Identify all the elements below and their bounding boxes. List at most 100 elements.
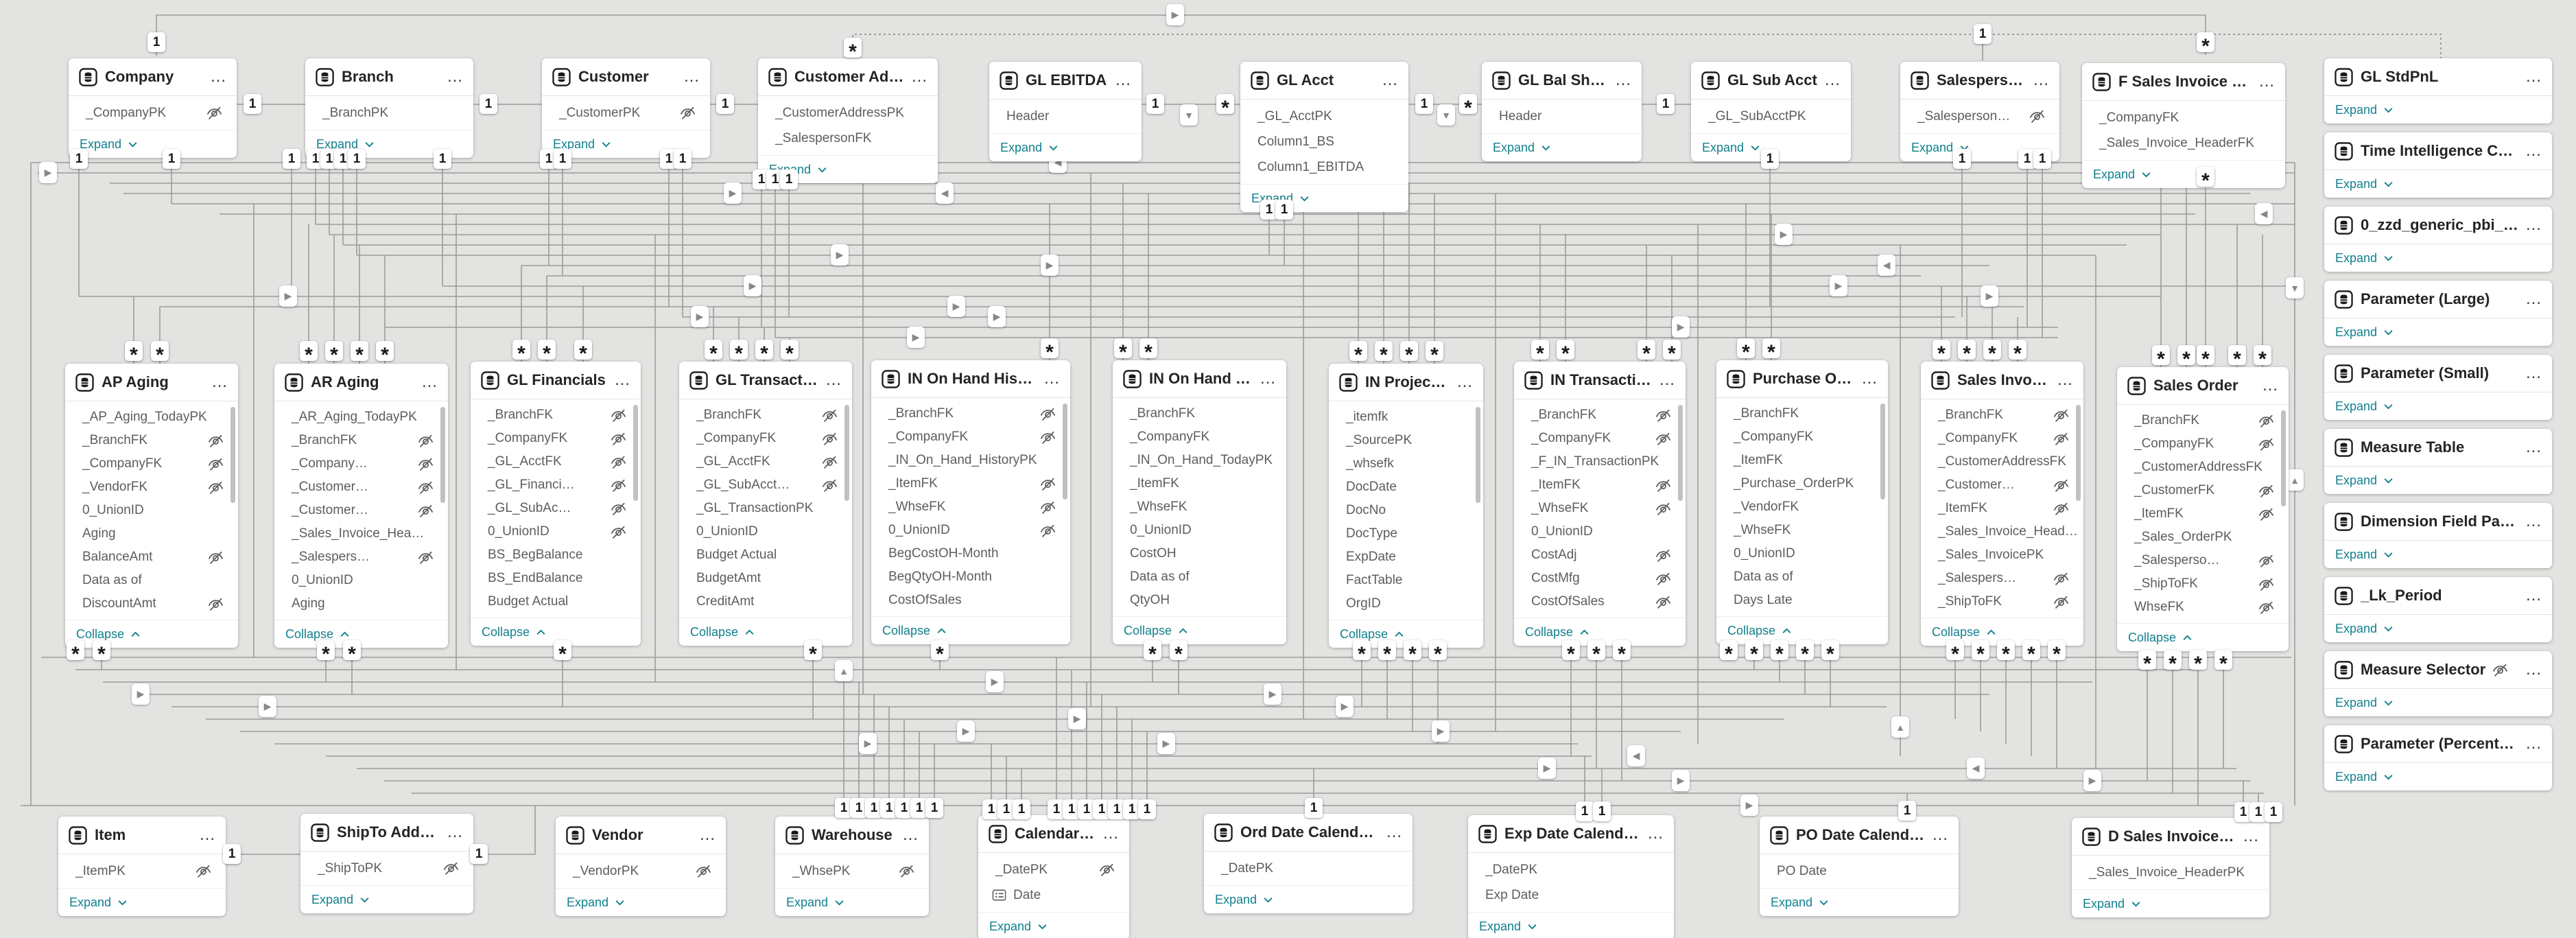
table-card-customer-address[interactable]: Customer Address…_CustomerAddressPK_Sale… — [758, 58, 938, 183]
field-row-salespers[interactable]: _Salespers… — [1921, 567, 2083, 590]
table-card-sales-invoice[interactable]: Sales Invoice…_BranchFK_CompanyFK_Custom… — [1921, 362, 2083, 646]
more-options-button[interactable]: … — [1379, 823, 1402, 842]
expand-button[interactable]: Expand — [2324, 170, 2552, 198]
field-row-customeraddresspk[interactable]: _CustomerAddressPK — [758, 100, 938, 126]
table-card-salesperson[interactable]: Salesperson…_Salesperson…Expand — [1900, 62, 2059, 161]
field-row-itemfk[interactable]: _ItemFK — [871, 472, 1070, 495]
expand-button[interactable]: Expand — [2324, 541, 2552, 568]
more-options-button[interactable]: … — [440, 823, 463, 842]
field-row-0-unionid[interactable]: 0_UnionID — [274, 569, 448, 592]
expand-button[interactable]: Expand — [1482, 134, 1642, 161]
table-card-warehouse[interactable]: Warehouse…_WhsePKExpand — [775, 817, 929, 916]
field-row-companyfk[interactable]: _CompanyFK — [65, 452, 238, 476]
more-options-button[interactable]: … — [2518, 364, 2542, 383]
field-list-scrollbar[interactable] — [231, 407, 235, 503]
field-row-itemfk[interactable]: _ItemFK — [2117, 502, 2289, 526]
more-options-button[interactable]: … — [204, 373, 228, 392]
table-card-measure-selector[interactable]: Measure Selector…Expand — [2324, 651, 2552, 716]
field-row-bs-endbalance[interactable]: BS_EndBalance — [471, 567, 641, 590]
more-options-button[interactable]: … — [2518, 512, 2542, 531]
table-card-ap-aging[interactable]: AP Aging…_AP_Aging_TodayPK_BranchFK_Comp… — [65, 364, 238, 648]
more-options-button[interactable]: … — [1652, 371, 1675, 390]
table-card-lk-period[interactable]: _Lk_Period…Expand — [2324, 577, 2552, 642]
field-row-costoh[interactable]: CostOH — [1113, 542, 1286, 565]
field-row-0-unionid[interactable]: 0_UnionID — [1514, 520, 1686, 543]
more-options-button[interactable]: … — [1096, 824, 1119, 843]
field-row-ar-aging-todaypk[interactable]: _AR_Aging_TodayPK — [274, 406, 448, 429]
field-row-customeraddressfk[interactable]: _CustomerAddressFK — [1921, 450, 2083, 473]
field-list-scrollbar[interactable] — [1880, 403, 1885, 500]
expand-button[interactable]: Expand — [2082, 161, 2285, 188]
field-row-datepk[interactable]: _DatePK — [1468, 857, 1674, 882]
more-options-button[interactable]: … — [1450, 373, 1473, 392]
more-options-button[interactable]: … — [1037, 369, 1060, 388]
field-row-companyfk[interactable]: _CompanyFK — [1716, 425, 1888, 449]
field-row-itemfk[interactable]: _ItemFK — [1921, 497, 2083, 520]
table-card-parameter-small[interactable]: Parameter (Small)…Expand — [2324, 355, 2552, 420]
field-row-exp-date[interactable]: Exp Date — [1468, 882, 1674, 908]
field-row-shiptopk[interactable]: _ShipToPK — [300, 856, 473, 881]
field-row-salespers[interactable]: _Salespers… — [274, 546, 448, 569]
more-options-button[interactable]: … — [1608, 71, 1631, 90]
field-list-scrollbar[interactable] — [1063, 403, 1067, 500]
field-row-companyfk[interactable]: _CompanyFK — [1921, 427, 2083, 450]
field-row-po-date[interactable]: PO Date — [1760, 858, 1959, 884]
expand-button[interactable]: Expand — [2072, 890, 2269, 917]
field-row-vendorfk[interactable]: _VendorFK — [1716, 495, 1888, 519]
expand-button[interactable]: Expand — [2324, 318, 2552, 346]
more-options-button[interactable]: … — [1854, 369, 1878, 388]
table-card-gl-stdpnl[interactable]: GL StdPnL…Expand — [2324, 58, 2552, 124]
field-row-whsefk[interactable]: _WhseFK — [871, 495, 1070, 519]
table-card-sales-order[interactable]: Sales Order…_BranchFK_CompanyFK_Customer… — [2117, 367, 2289, 651]
table-card-0-zzd-generic-pbi-2407[interactable]: 0_zzd_generic_pbi_2407…Expand — [2324, 207, 2552, 272]
more-options-button[interactable]: … — [676, 67, 700, 86]
expand-button[interactable]: Expand — [1204, 886, 1413, 913]
field-row-sales-invoice-head[interactable]: _Sales_Invoice_Head… — [1921, 520, 2083, 543]
field-row-branchfk[interactable]: _BranchFK — [1716, 402, 1888, 425]
field-row-docno[interactable]: DocNo — [1329, 499, 1483, 522]
more-options-button[interactable]: … — [607, 371, 630, 390]
expand-button[interactable]: Expand — [2324, 763, 2552, 790]
field-row-itemfk[interactable]: _ItemFK — [1716, 449, 1888, 472]
field-row-sales-invoice-headerpk[interactable]: _Sales_Invoice_HeaderPK — [2072, 860, 2269, 885]
field-row-vendorfk[interactable]: _VendorFK — [65, 476, 238, 499]
table-card-purchase-order[interactable]: Purchase Order…_BranchFK_CompanyFK_ItemF… — [1716, 360, 1888, 644]
more-options-button[interactable]: … — [2518, 67, 2542, 86]
field-row-0-unionid[interactable]: 0_UnionID — [871, 519, 1070, 542]
more-options-button[interactable]: … — [414, 373, 438, 392]
field-row-customeraddressfk[interactable]: _CustomerAddressFK — [2117, 456, 2289, 479]
field-row-branchfk[interactable]: _BranchFK — [1514, 403, 1686, 427]
field-row-salesperso[interactable]: _Salesperso… — [2117, 549, 2289, 572]
field-row-customer[interactable]: _Customer… — [1921, 473, 2083, 497]
field-row-whsefk[interactable]: _WhseFK — [1113, 495, 1286, 519]
more-options-button[interactable]: … — [2518, 141, 2542, 161]
table-card-item[interactable]: Item…_ItemPKExpand — [58, 817, 226, 916]
field-row-costadj[interactable]: CostAdj — [1514, 543, 1686, 567]
field-row-sales-invoice-hea[interactable]: _Sales_Invoice_Hea… — [274, 522, 448, 546]
more-options-button[interactable]: … — [440, 67, 463, 86]
field-list-scrollbar[interactable] — [844, 405, 849, 501]
field-row-aging[interactable]: Aging — [65, 522, 238, 546]
field-row-costofsales[interactable]: CostOfSales — [1514, 590, 1686, 613]
field-row-whsefk[interactable]: _WhseFK — [1716, 519, 1888, 542]
field-list-scrollbar[interactable] — [2076, 405, 2081, 501]
field-row-whsefk[interactable]: WhseFK — [2117, 596, 2289, 619]
collapse-button[interactable]: Collapse — [274, 620, 448, 648]
field-row-date[interactable]: Date — [978, 882, 1129, 908]
field-row-shiptofk[interactable]: _ShipToFK — [1921, 590, 2083, 613]
field-row-header[interactable]: Header — [1482, 104, 1642, 129]
field-row-sales-invoice-headerfk[interactable]: _Sales_Invoice_HeaderFK — [2082, 130, 2285, 156]
table-card-po-date-calendar-fiscal[interactable]: PO Date Calendar Fiscal…PO DateExpand — [1760, 817, 1959, 916]
field-row-companyfk[interactable]: _CompanyFK — [871, 425, 1070, 449]
more-options-button[interactable]: … — [1108, 71, 1131, 90]
expand-button[interactable]: Expand — [2324, 689, 2552, 716]
more-options-button[interactable]: … — [1640, 824, 1664, 843]
field-row-costmfg[interactable]: CostMfg — [1514, 567, 1686, 590]
table-card-gl-financials[interactable]: GL Financials…_BranchFK_CompanyFK_GL_Acc… — [471, 362, 641, 646]
field-list-scrollbar[interactable] — [633, 405, 638, 501]
field-row-balanceamt[interactable]: BalanceAmt — [65, 546, 238, 569]
field-row-begcostoh-month[interactable]: BegCostOH-Month — [871, 542, 1070, 565]
field-row-0-unionid[interactable]: 0_UnionID — [1113, 519, 1286, 542]
field-row-sales-orderpk[interactable]: _Sales_OrderPK — [2117, 526, 2289, 549]
table-card-exp-date-calendar-fiscal[interactable]: Exp Date Calendar Fiscal…_DatePKExp Date… — [1468, 815, 1674, 938]
